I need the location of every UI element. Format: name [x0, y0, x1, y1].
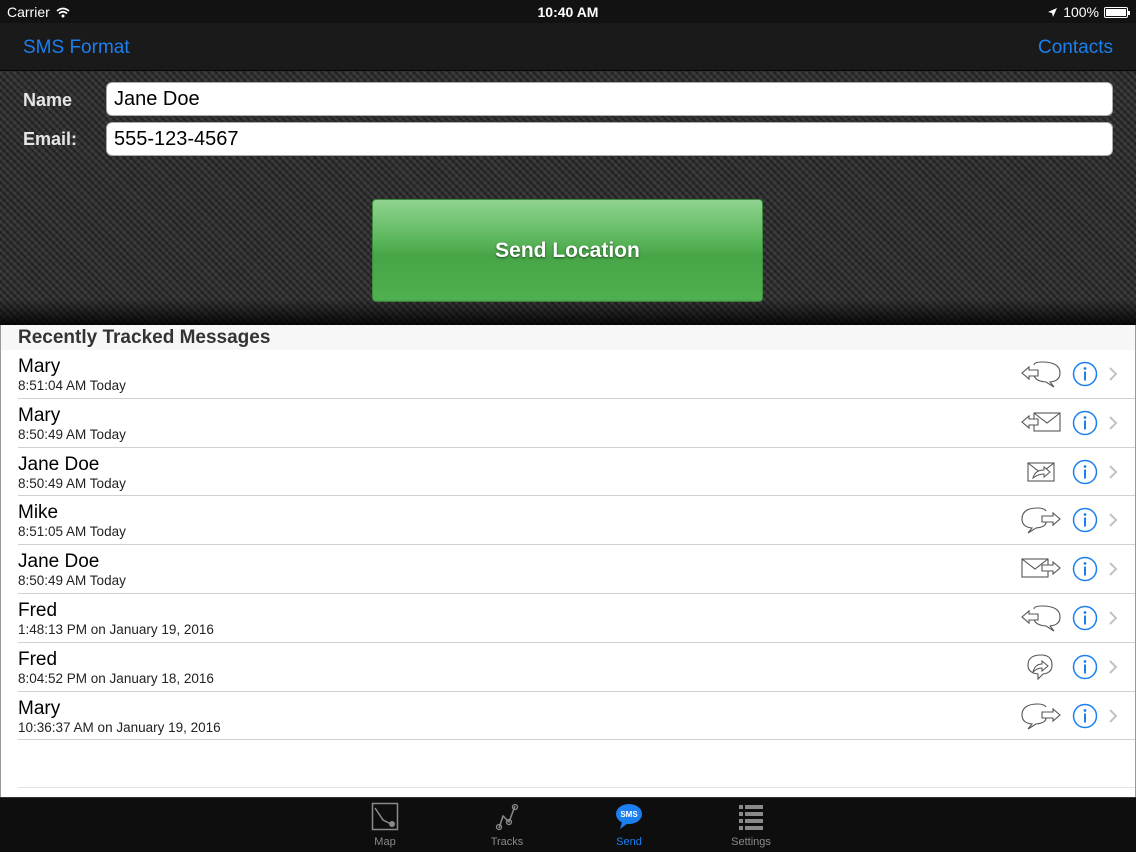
- tab-bar: Map Tracks SMS Send Settings: [0, 797, 1136, 852]
- speech-bubble-forward-icon: [1027, 654, 1053, 681]
- tab-label: Send: [616, 836, 642, 848]
- message-time: 8:04:52 PM on January 18, 2016: [18, 670, 214, 686]
- envelope-right-arrow-icon: [1021, 558, 1061, 578]
- chevron-right-icon: [1109, 416, 1118, 430]
- section-header: Recently Tracked Messages: [1, 325, 1135, 350]
- info-button[interactable]: [1072, 556, 1098, 582]
- email-input[interactable]: [106, 122, 1113, 156]
- status-time: 10:40 AM: [537, 4, 599, 20]
- email-label: Email:: [23, 129, 78, 149]
- info-button[interactable]: [1072, 459, 1098, 485]
- envelope-left-arrow-icon: [1021, 412, 1061, 432]
- chevron-right-icon: [1109, 562, 1118, 576]
- message-time: 8:50:49 AM Today: [18, 426, 126, 442]
- message-time: 1:48:13 PM on January 19, 2016: [18, 621, 214, 637]
- list-item[interactable]: Mary 8:50:49 AM Today: [18, 399, 1135, 448]
- contact-name: Mary: [18, 697, 61, 719]
- sms-format-button[interactable]: SMS Format: [23, 37, 130, 59]
- contact-name: Mary: [18, 356, 61, 377]
- tab-label: Settings: [731, 836, 771, 848]
- message-time: 8:50:49 AM Today: [18, 573, 126, 589]
- location-arrow-icon: [1048, 7, 1058, 17]
- recent-messages-list: Recently Tracked Messages Mary 8:51:04 A…: [0, 325, 1136, 797]
- message-time: 8:51:05 AM Today: [18, 524, 126, 540]
- list-item[interactable]: Mike 8:51:05 AM Today: [18, 496, 1135, 546]
- name-input[interactable]: [106, 82, 1113, 116]
- chevron-right-icon: [1109, 367, 1118, 381]
- map-icon: [371, 802, 399, 831]
- info-button[interactable]: [1072, 410, 1098, 436]
- message-time: 8:50:49 AM Today: [18, 475, 126, 491]
- chevron-right-icon: [1109, 513, 1118, 528]
- svg-text:SMS: SMS: [620, 810, 638, 819]
- chevron-right-icon: [1109, 611, 1118, 625]
- info-button[interactable]: [1072, 507, 1098, 533]
- contact-name: Mike: [18, 502, 59, 524]
- message-time: 10:36:37 AM on January 19, 2016: [18, 719, 221, 735]
- list-item[interactable]: Mary 8:51:04 AM Today: [18, 350, 1135, 399]
- info-button[interactable]: [1072, 605, 1098, 631]
- chevron-right-icon: [1109, 708, 1118, 723]
- info-button[interactable]: [1072, 654, 1098, 680]
- contact-name: Fred: [18, 648, 58, 670]
- chevron-right-icon: [1109, 464, 1118, 479]
- status-left: Carrier: [7, 4, 70, 20]
- tab-send[interactable]: SMS Send: [584, 798, 674, 852]
- contact-name: Jane Doe: [18, 551, 100, 573]
- send-location-button[interactable]: Send Location: [372, 199, 763, 302]
- tab-map[interactable]: Map: [340, 798, 430, 852]
- send-form: Name Email: Send Location: [0, 71, 1136, 325]
- message-time: 8:51:04 AM Today: [18, 378, 126, 393]
- list-item[interactable]: Fred 8:04:52 PM on January 18, 2016: [18, 643, 1135, 692]
- form-bottom-shadow: [0, 299, 1136, 325]
- name-label: Name: [23, 90, 73, 110]
- status-right: 100%: [1047, 4, 1130, 20]
- navigation-bar: SMS Format Contacts: [0, 23, 1136, 71]
- contacts-button[interactable]: Contacts: [1038, 37, 1113, 59]
- settings-list-icon: [739, 805, 763, 830]
- list-item[interactable]: Mary 10:36:37 AM on January 19, 2016: [18, 692, 1135, 741]
- speech-bubble-right-arrow-icon: [1021, 507, 1061, 534]
- tracks-icon: [495, 803, 519, 831]
- status-bar: Carrier 10:40 AM 100%: [0, 0, 1136, 23]
- tab-tracks[interactable]: Tracks: [462, 798, 552, 852]
- tab-label: Tracks: [490, 836, 524, 848]
- wifi-icon: [56, 7, 70, 17]
- info-button[interactable]: [1072, 703, 1098, 729]
- speech-bubble-left-arrow-icon: [1021, 361, 1061, 388]
- info-button[interactable]: [1072, 361, 1098, 387]
- speech-bubble-right-arrow-icon: [1021, 703, 1061, 730]
- contact-name: Mary: [18, 404, 61, 426]
- list-item[interactable]: Jane Doe 8:50:49 AM Today: [18, 545, 1135, 594]
- sms-icon: SMS: [616, 804, 642, 829]
- speech-bubble-left-arrow-icon: [1021, 605, 1061, 632]
- chevron-right-icon: [1109, 660, 1118, 674]
- battery-percent: 100%: [1063, 4, 1099, 20]
- envelope-forward-icon: [1027, 462, 1055, 482]
- battery-icon: [1104, 6, 1130, 18]
- tab-settings[interactable]: Settings: [706, 798, 796, 852]
- carrier-label: Carrier: [7, 4, 50, 20]
- list-item[interactable]: Fred 1:48:13 PM on January 19, 2016: [18, 594, 1135, 643]
- contact-name: Fred: [18, 599, 58, 621]
- tab-label: Map: [374, 836, 396, 848]
- list-item[interactable]: Jane Doe 8:50:49 AM Today: [18, 448, 1135, 497]
- list-footer-divider: [18, 787, 1135, 788]
- contact-name: Jane Doe: [18, 453, 100, 475]
